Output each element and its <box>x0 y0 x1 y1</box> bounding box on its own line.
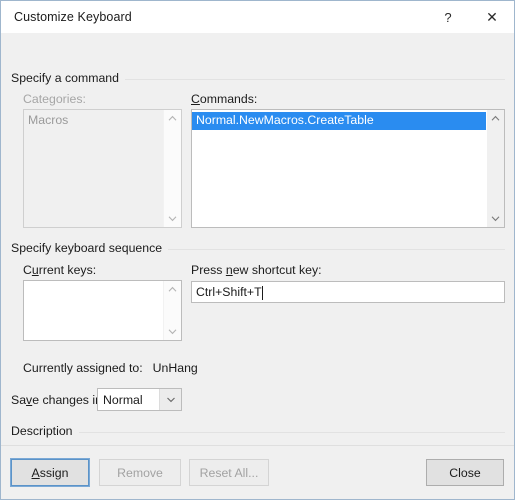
scroll-track[interactable] <box>164 127 181 210</box>
text-caret <box>261 286 263 300</box>
group-header-rule <box>125 78 505 80</box>
chevron-up-icon[interactable] <box>164 281 181 298</box>
assign-button[interactable]: Assign <box>11 459 89 486</box>
scroll-track[interactable] <box>164 298 181 323</box>
titlebar-buttons: ? ✕ <box>426 1 514 33</box>
currently-assigned-label: Currently assigned to: <box>23 361 143 375</box>
chevron-down-icon[interactable] <box>164 323 181 340</box>
list-item[interactable]: Macros <box>24 112 163 130</box>
current-keys-label: Current keys: <box>23 263 97 277</box>
help-icon[interactable]: ? <box>426 1 470 33</box>
group-header-specify-command-label: Specify a command <box>11 71 119 85</box>
group-header-rule <box>168 248 505 250</box>
customize-keyboard-dialog: Customize Keyboard ? ✕ Specify a command… <box>0 0 515 500</box>
close-icon[interactable]: ✕ <box>470 1 514 33</box>
remove-button[interactable]: Remove <box>99 459 181 486</box>
group-header-specify-command: Specify a command <box>11 71 505 85</box>
commands-listbox[interactable]: Normal.NewMacros.CreateTable <box>191 109 505 228</box>
commands-scrollbar[interactable] <box>486 110 504 227</box>
dialog-footer: Assign Remove Reset All... Close <box>1 445 514 499</box>
chevron-down-icon[interactable] <box>164 210 181 227</box>
save-changes-label: Save changes in: <box>11 393 106 407</box>
current-keys-items <box>24 281 163 340</box>
group-header-rule <box>78 431 505 433</box>
list-item[interactable]: Normal.NewMacros.CreateTable <box>192 112 486 130</box>
chevron-down-icon[interactable] <box>159 389 181 410</box>
new-shortcut-value: Ctrl+Shift+T <box>196 285 262 299</box>
dialog-body: Specify a command Categories: Macros Com… <box>1 33 514 445</box>
close-button[interactable]: Close <box>426 459 504 486</box>
scroll-track[interactable] <box>487 127 504 210</box>
chevron-up-icon[interactable] <box>164 110 181 127</box>
current-keys-scrollbar[interactable] <box>163 281 181 340</box>
new-shortcut-input[interactable]: Ctrl+Shift+T <box>191 281 505 303</box>
categories-label: Categories: <box>23 92 86 106</box>
categories-scrollbar[interactable] <box>163 110 181 227</box>
categories-listbox[interactable]: Macros <box>23 109 182 228</box>
title-bar: Customize Keyboard ? ✕ <box>1 1 514 33</box>
group-header-description-label: Description <box>11 424 73 438</box>
chevron-down-icon[interactable] <box>487 210 504 227</box>
save-changes-selected-value: Normal <box>103 392 143 407</box>
group-header-keyboard-sequence-label: Specify keyboard sequence <box>11 241 163 255</box>
currently-assigned-value: UnHang <box>152 361 198 375</box>
currently-assigned-row: Currently assigned to: UnHang <box>23 361 198 375</box>
commands-label: Commands: <box>191 92 258 106</box>
commands-items: Normal.NewMacros.CreateTable <box>192 110 486 227</box>
chevron-up-icon[interactable] <box>487 110 504 127</box>
current-keys-listbox[interactable] <box>23 280 182 341</box>
categories-items: Macros <box>24 110 163 227</box>
save-changes-dropdown[interactable]: Normal <box>97 388 182 411</box>
dialog-title: Customize Keyboard <box>14 10 132 24</box>
group-header-description: Description <box>11 424 505 438</box>
reset-all-button[interactable]: Reset All... <box>189 459 269 486</box>
new-shortcut-label: Press new shortcut key: <box>191 263 322 277</box>
group-header-keyboard-sequence: Specify keyboard sequence <box>11 241 505 255</box>
